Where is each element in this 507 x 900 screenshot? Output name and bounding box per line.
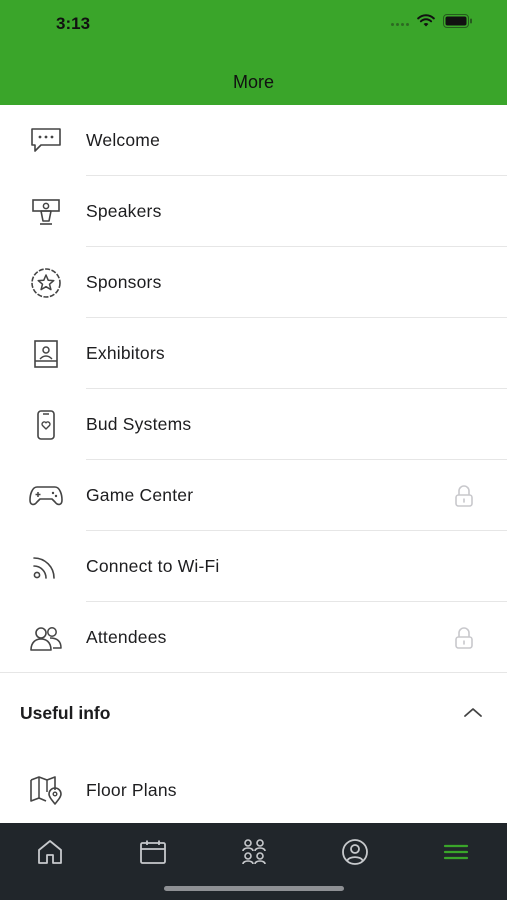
menu-item-label: Connect to Wi-Fi	[86, 556, 220, 576]
menu-item-sponsors[interactable]: Sponsors	[0, 247, 507, 318]
map-pin-icon	[28, 772, 64, 808]
lock-icon	[455, 484, 473, 507]
menu-item-label: Sponsors	[86, 272, 162, 292]
menu-item-floor-plans[interactable]: Floor Plans	[0, 755, 507, 825]
tab-home[interactable]	[32, 837, 68, 867]
phone-heart-icon	[28, 407, 64, 443]
menu-item-connect-wifi[interactable]: Connect to Wi-Fi	[0, 531, 507, 602]
menu-item-welcome[interactable]: Welcome	[0, 105, 507, 176]
tab-profile[interactable]	[337, 837, 373, 867]
page-title: More	[232, 72, 274, 92]
menu-item-label: Bud Systems	[86, 414, 192, 434]
home-indicator	[164, 886, 344, 891]
menu-item-attendees[interactable]: Attendees	[0, 602, 507, 673]
cellular-signal-icon	[391, 22, 409, 26]
menu-icon	[443, 844, 469, 860]
app-header: 3:13 More	[0, 0, 507, 105]
tab-more[interactable]	[438, 837, 474, 867]
podium-icon	[28, 194, 64, 230]
status-icons	[391, 14, 473, 28]
lock-icon	[455, 626, 473, 649]
menu-item-exhibitors[interactable]: Exhibitors	[0, 318, 507, 389]
menu-item-label: Attendees	[86, 627, 167, 647]
wifi-icon	[28, 549, 64, 585]
bottom-tab-bar	[0, 823, 507, 900]
menu-item-label: Game Center	[86, 485, 194, 505]
people-icon	[28, 620, 64, 656]
battery-icon	[443, 14, 472, 28]
calendar-icon	[140, 840, 166, 864]
star-badge-icon	[28, 265, 64, 301]
tab-attendees[interactable]	[236, 837, 272, 867]
chevron-up-icon[interactable]	[461, 702, 485, 722]
tab-agenda[interactable]	[135, 837, 171, 867]
menu-item-label: Speakers	[86, 201, 162, 221]
chat-bubble-icon	[28, 123, 64, 159]
wifi-status-icon	[417, 14, 435, 27]
menu-item-label: Exhibitors	[86, 343, 165, 363]
menu-item-bud-systems[interactable]: Bud Systems	[0, 389, 507, 460]
menu-item-label: Floor Plans	[86, 779, 177, 800]
gamepad-icon	[28, 478, 64, 514]
useful-info-section-header[interactable]: Useful info	[0, 670, 507, 756]
status-time: 3:13	[56, 14, 91, 33]
menu-item-game-center[interactable]: Game Center	[0, 460, 507, 531]
menu-item-label: Welcome	[86, 130, 161, 150]
home-icon	[38, 840, 62, 864]
attendees-icon	[242, 839, 266, 865]
profile-icon	[342, 839, 368, 865]
booth-icon	[28, 336, 64, 372]
section-title: Useful info	[20, 703, 111, 723]
menu-item-speakers[interactable]: Speakers	[0, 176, 507, 247]
more-menu-list: Welcome Speakers Sponsors Exhibitors Bud…	[0, 105, 507, 673]
